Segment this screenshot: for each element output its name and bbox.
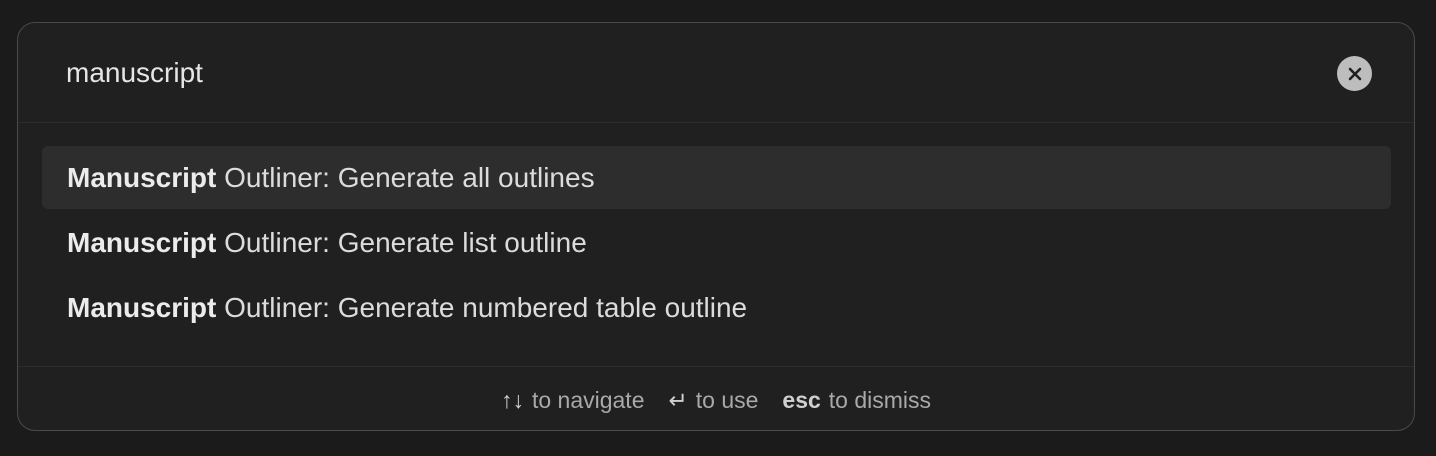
result-match-text: Manuscript — [67, 161, 217, 193]
navigate-hint: ↑↓ to navigate — [501, 387, 645, 414]
close-icon — [1348, 67, 1361, 80]
use-hint: ↵ to use — [668, 387, 758, 414]
result-rest-text: Outliner: Generate list outline — [216, 226, 587, 258]
clear-search-button[interactable] — [1337, 56, 1372, 91]
result-rest-text: Outliner: Generate numbered table outlin… — [216, 291, 748, 323]
result-item[interactable]: Manuscript Outliner: Generate list outli… — [42, 211, 1391, 274]
dismiss-hint: esc to dismiss — [782, 387, 931, 414]
result-match-text: Manuscript — [67, 226, 217, 258]
command-palette: Manuscript Outliner: Generate all outlin… — [17, 22, 1415, 431]
result-item[interactable]: Manuscript Outliner: Generate all outlin… — [42, 146, 1391, 209]
instructions-footer: ↑↓ to navigate ↵ to use esc to dismiss — [18, 366, 1414, 430]
esc-key-label: esc — [782, 386, 821, 413]
navigate-label: to navigate — [531, 386, 645, 413]
search-row — [18, 23, 1414, 123]
arrow-up-down-icon: ↑↓ — [500, 386, 524, 413]
enter-icon: ↵ — [668, 386, 688, 413]
results-list: Manuscript Outliner: Generate all outlin… — [42, 146, 1391, 341]
dismiss-label: to dismiss — [828, 386, 932, 413]
use-label: to use — [695, 386, 759, 413]
search-input[interactable] — [66, 51, 1266, 95]
result-match-text: Manuscript — [67, 291, 217, 323]
result-rest-text: Outliner: Generate all outlines — [216, 161, 595, 193]
result-item[interactable]: Manuscript Outliner: Generate numbered t… — [42, 276, 1391, 339]
